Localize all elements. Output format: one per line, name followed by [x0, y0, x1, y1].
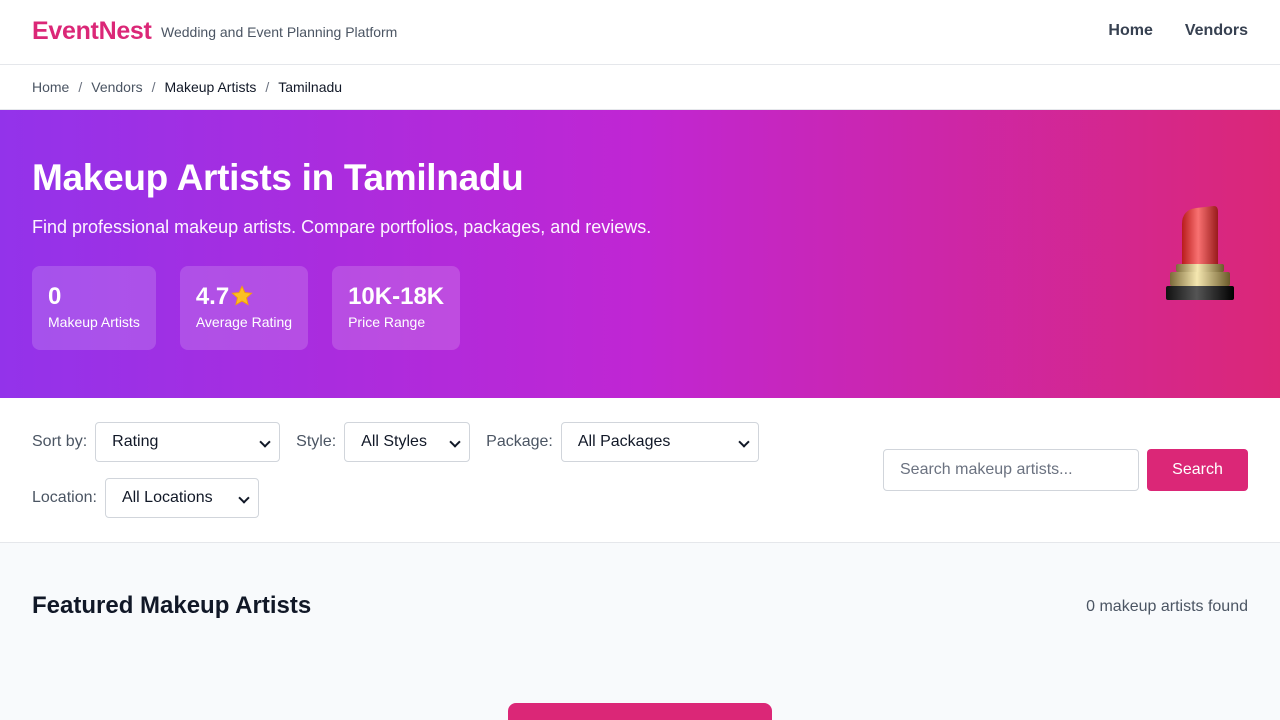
action-button[interactable]: [508, 703, 772, 720]
breadcrumb-makeup-artists[interactable]: Makeup Artists: [165, 79, 257, 95]
stat-label: Price Range: [348, 314, 426, 330]
stat-card-price: 10K-18K Price Range: [332, 266, 461, 350]
page-subtitle: Find professional makeup artists. Compar…: [32, 217, 652, 237]
stat-value: 4.7: [195, 283, 230, 310]
filter-row: Location: All Locations: [32, 478, 275, 518]
nav-vendors-link[interactable]: Vendors: [1185, 22, 1248, 40]
breadcrumb-separator: /: [151, 79, 156, 95]
breadcrumb-home[interactable]: Home: [32, 79, 69, 95]
sort-select[interactable]: Rating: [95, 422, 281, 462]
main-nav: Home Vendors: [1108, 22, 1248, 40]
nav-home-link[interactable]: Home: [1108, 22, 1152, 40]
style-select[interactable]: All Styles: [344, 422, 471, 462]
stat-card-artists: 0 Makeup Artists: [32, 266, 156, 350]
star-icon: [231, 285, 253, 306]
results-count: 0 makeup artists found: [1086, 598, 1248, 615]
brand-logo[interactable]: EventNest: [32, 17, 152, 46]
filter-bar: Sort by: Rating Style: All Styles Packag…: [0, 398, 1280, 543]
lipstick-icon: [1166, 206, 1234, 300]
hero-banner: Makeup Artists in Tamilnadu Find profess…: [0, 110, 1280, 398]
filter-row: Sort by: Rating Style: All Styles Packag…: [32, 422, 775, 462]
sort-label: Sort by:: [32, 433, 88, 450]
breadcrumb-vendors[interactable]: Vendors: [91, 79, 142, 95]
page-title: Makeup Artists in Tamilnadu: [32, 157, 524, 198]
stat-card-rating: 4.7 Average Rating: [179, 266, 309, 350]
package-label: Package:: [486, 433, 553, 450]
hero-stats: 0 Makeup Artists 4.7 Average Rating 10K-…: [32, 266, 461, 350]
brand-tagline: Wedding and Event Planning Platform: [161, 24, 398, 40]
stat-label: Makeup Artists: [48, 314, 140, 330]
breadcrumb: Home / Vendors / Makeup Artists / Tamiln…: [0, 65, 1280, 110]
stat-value: 10K-18K: [348, 283, 445, 310]
search-input[interactable]: [883, 449, 1139, 491]
breadcrumb-separator: /: [78, 79, 83, 95]
style-label: Style:: [296, 433, 337, 450]
results-title: Featured Makeup Artists: [32, 592, 312, 619]
breadcrumb-separator: /: [265, 79, 270, 95]
package-select[interactable]: All Packages: [560, 422, 759, 462]
stat-value: 0: [48, 283, 62, 310]
top-header: EventNest Wedding and Event Planning Pla…: [0, 0, 1280, 65]
location-label: Location:: [32, 489, 97, 506]
search-button[interactable]: Search: [1147, 449, 1248, 491]
stat-label: Average Rating: [195, 314, 293, 330]
location-select[interactable]: All Locations: [104, 478, 259, 518]
breadcrumb-current: Tamilnadu: [278, 79, 343, 95]
